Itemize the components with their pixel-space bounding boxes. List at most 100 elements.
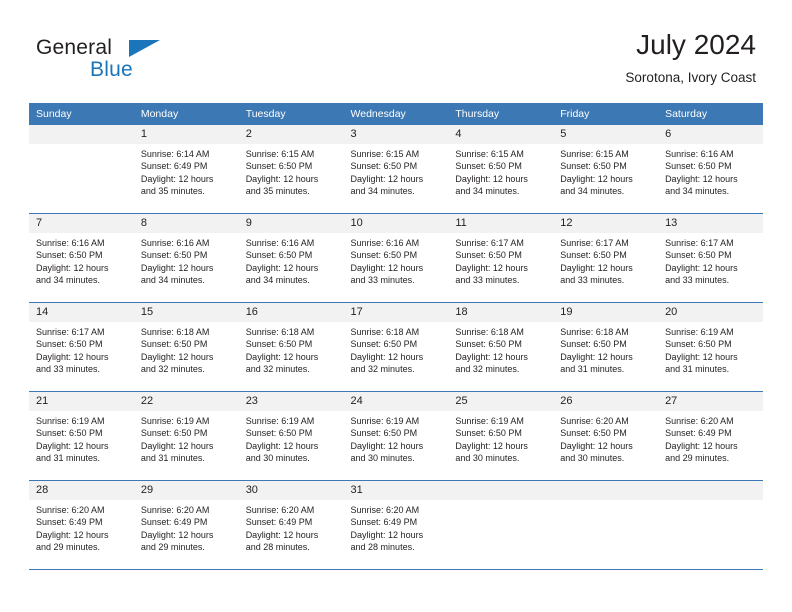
day-daylight-text: Daylight: 12 hours (36, 351, 109, 362)
day-sunrise-text: Sunrise: 6:15 AM (455, 149, 524, 159)
day-number: 28 (29, 481, 134, 500)
calendar-day-cell[interactable]: 18 Sunrise: 6:18 AM Sunset: 6:50 PM Dayligh… (448, 302, 554, 392)
day-sunset-text: Sunset: 6:50 PM (665, 339, 732, 350)
day-sunset-text: Sunset: 6:50 PM (36, 339, 103, 350)
day-sun-info: Sunrise: 6:15 AM Sunset: 6:50 PM Daylight:… (448, 144, 553, 198)
day-number: 27 (658, 392, 763, 411)
day-number: 10 (343, 214, 449, 233)
day-sunset-text: Sunset: 6:50 PM (455, 250, 522, 261)
calendar-day-cell[interactable]: 2 Sunrise: 6:15 AM Sunset: 6:50 PM Daylight… (238, 125, 344, 214)
calendar-day-cell[interactable]: 21 Sunrise: 6:19 AM Sunset: 6:50 PM Dayligh… (29, 391, 134, 481)
day-number (29, 125, 134, 144)
day-number: 9 (238, 214, 344, 233)
day-daylight-text: Daylight: 12 hours (245, 529, 319, 540)
day-daylight-text: Daylight: 12 hours (455, 440, 528, 451)
day-number: 30 (238, 481, 344, 500)
day-number: 2 (238, 125, 344, 144)
calendar-day-cell[interactable]: 23 Sunrise: 6:19 AM Sunset: 6:50 PM Dayligh… (238, 391, 344, 481)
calendar-day-cell[interactable]: 25 Sunrise: 6:19 AM Sunset: 6:50 PM Dayligh… (448, 391, 554, 481)
day-sunset-text: Sunset: 6:50 PM (350, 250, 418, 261)
day-sunset-text: Sunset: 6:50 PM (140, 428, 208, 439)
calendar-day-cell[interactable]: 8 Sunrise: 6:16 AM Sunset: 6:50 PM Daylight… (133, 213, 239, 303)
calendar-day-cell[interactable]: 7 Sunrise: 6:16 AM Sunset: 6:50 PM Daylight… (29, 213, 134, 303)
day-number (448, 481, 554, 500)
calendar-day-cell[interactable]: 28 Sunrise: 6:20 AM Sunset: 6:49 PM Dayligh… (29, 480, 134, 570)
calendar-day-cell[interactable]: 19 Sunrise: 6:18 AM Sunset: 6:50 PM Dayligh… (553, 302, 659, 392)
day-sun-info: Sunrise: 6:18 AM Sunset: 6:50 PM Daylight:… (448, 322, 553, 376)
day-sunrise-text: Sunrise: 6:17 AM (665, 238, 734, 248)
calendar-day-cell[interactable]: 10 Sunrise: 6:16 AM Sunset: 6:50 PM Dayligh… (343, 213, 449, 303)
day-number (658, 481, 763, 500)
calendar-day-cell[interactable]: 1 Sunrise: 6:14 AM Sunset: 6:49 PM Daylight… (133, 125, 239, 214)
logo-text-general: General (36, 36, 113, 59)
weekday-header-monday: Monday (133, 103, 239, 125)
calendar-day-cell[interactable]: 14 Sunrise: 6:17 AM Sunset: 6:50 PM Dayligh… (29, 302, 134, 392)
day-sunset-text: Sunset: 6:50 PM (560, 339, 627, 350)
calendar-day-cell[interactable]: 27 Sunrise: 6:20 AM Sunset: 6:49 PM Dayligh… (658, 391, 763, 481)
day-daylight-text: and 30 minutes. (350, 453, 415, 464)
day-daylight-text: Daylight: 12 hours (665, 440, 738, 451)
calendar-day-cell[interactable]: 6 Sunrise: 6:16 AM Sunset: 6:50 PM Daylight… (658, 125, 763, 214)
day-sunrise-text: Sunrise: 6:18 AM (245, 327, 315, 337)
day-number: 22 (133, 392, 239, 411)
calendar-day-cell[interactable]: 16 Sunrise: 6:18 AM Sunset: 6:50 PM Dayligh… (238, 302, 344, 392)
day-sun-info: Sunrise: 6:16 AM Sunset: 6:50 PM Daylight:… (344, 233, 449, 287)
calendar-day-cell[interactable]: 22 Sunrise: 6:19 AM Sunset: 6:50 PM Dayligh… (133, 391, 239, 481)
day-sunrise-text: Sunrise: 6:15 AM (350, 149, 420, 159)
day-daylight-text: and 33 minutes. (560, 275, 625, 286)
calendar-day-cell[interactable]: 24 Sunrise: 6:19 AM Sunset: 6:50 PM Dayligh… (343, 391, 449, 481)
calendar-day-cell[interactable]: 31 Sunrise: 6:20 AM Sunset: 6:49 PM Dayligh… (343, 480, 449, 570)
calendar-week-row: 28 Sunrise: 6:20 AM Sunset: 6:49 PM Dayligh… (29, 480, 763, 570)
day-daylight-text: and 28 minutes. (245, 542, 310, 553)
day-daylight-text: Daylight: 12 hours (245, 262, 319, 273)
day-sun-info: Sunrise: 6:17 AM Sunset: 6:50 PM Daylight:… (448, 233, 553, 287)
calendar-day-cell[interactable]: 29 Sunrise: 6:20 AM Sunset: 6:49 PM Dayligh… (133, 480, 239, 570)
calendar-day-cell[interactable]: 26 Sunrise: 6:20 AM Sunset: 6:50 PM Dayligh… (553, 391, 659, 481)
day-daylight-text: and 32 minutes. (140, 364, 205, 375)
day-daylight-text: and 31 minutes. (36, 453, 101, 464)
day-sun-info: Sunrise: 6:19 AM Sunset: 6:50 PM Daylight:… (239, 411, 344, 465)
day-sunrise-text: Sunrise: 6:20 AM (665, 416, 734, 426)
calendar-day-cell[interactable]: 17 Sunrise: 6:18 AM Sunset: 6:50 PM Dayligh… (343, 302, 449, 392)
calendar-day-cell[interactable]: 11 Sunrise: 6:17 AM Sunset: 6:50 PM Dayligh… (448, 213, 554, 303)
day-sunrise-text: Sunrise: 6:16 AM (665, 149, 734, 159)
calendar-day-cell[interactable]: 4 Sunrise: 6:15 AM Sunset: 6:50 PM Daylight… (448, 125, 554, 214)
calendar-day-cell[interactable]: 3 Sunrise: 6:15 AM Sunset: 6:50 PM Daylight… (343, 125, 449, 214)
calendar-day-cell[interactable]: 30 Sunrise: 6:20 AM Sunset: 6:49 PM Dayligh… (238, 480, 344, 570)
calendar-day-cell[interactable]: 20 Sunrise: 6:19 AM Sunset: 6:50 PM Dayligh… (658, 302, 763, 392)
day-sunset-text: Sunset: 6:49 PM (665, 428, 732, 439)
day-daylight-text: and 33 minutes. (665, 275, 730, 286)
day-daylight-text: and 34 minutes. (455, 186, 520, 197)
day-sun-info: Sunrise: 6:16 AM Sunset: 6:50 PM Daylight:… (239, 233, 344, 287)
calendar-day-cell-empty (29, 125, 134, 214)
day-daylight-text: Daylight: 12 hours (36, 529, 109, 540)
day-daylight-text: and 34 minutes. (560, 186, 625, 197)
day-number: 3 (343, 125, 449, 144)
day-sunset-text: Sunset: 6:50 PM (245, 339, 313, 350)
day-sun-info: Sunrise: 6:20 AM Sunset: 6:49 PM Daylight:… (239, 500, 344, 554)
day-daylight-text: Daylight: 12 hours (560, 262, 633, 273)
day-sunrise-text: Sunrise: 6:18 AM (140, 327, 210, 337)
day-daylight-text: Daylight: 12 hours (560, 440, 633, 451)
day-sun-info: Sunrise: 6:16 AM Sunset: 6:50 PM Daylight:… (658, 144, 763, 198)
day-number: 12 (553, 214, 659, 233)
day-number (553, 481, 659, 500)
calendar-day-cell[interactable]: 5 Sunrise: 6:15 AM Sunset: 6:50 PM Daylight… (553, 125, 659, 214)
calendar-day-cell[interactable]: 9 Sunrise: 6:16 AM Sunset: 6:50 PM Daylight… (238, 213, 344, 303)
calendar-day-cell[interactable]: 15 Sunrise: 6:18 AM Sunset: 6:50 PM Dayligh… (133, 302, 239, 392)
calendar-day-cell[interactable]: 12 Sunrise: 6:17 AM Sunset: 6:50 PM Dayligh… (553, 213, 659, 303)
day-sunrise-text: Sunrise: 6:19 AM (245, 416, 315, 426)
day-sunset-text: Sunset: 6:50 PM (245, 161, 313, 172)
day-sunset-text: Sunset: 6:50 PM (350, 428, 418, 439)
day-sunset-text: Sunset: 6:50 PM (560, 161, 627, 172)
calendar-week-row: 7 Sunrise: 6:16 AM Sunset: 6:50 PM Daylight… (29, 213, 763, 303)
weekday-header-wednesday: Wednesday (343, 103, 449, 125)
day-number: 16 (238, 303, 344, 322)
calendar-day-cell[interactable]: 13 Sunrise: 6:17 AM Sunset: 6:50 PM Dayligh… (658, 213, 763, 303)
day-daylight-text: and 32 minutes. (245, 364, 310, 375)
day-daylight-text: Daylight: 12 hours (665, 262, 738, 273)
weekday-header-thursday: Thursday (448, 103, 554, 125)
day-daylight-text: and 32 minutes. (350, 364, 415, 375)
day-number: 24 (343, 392, 449, 411)
day-sunrise-text: Sunrise: 6:14 AM (140, 149, 210, 159)
